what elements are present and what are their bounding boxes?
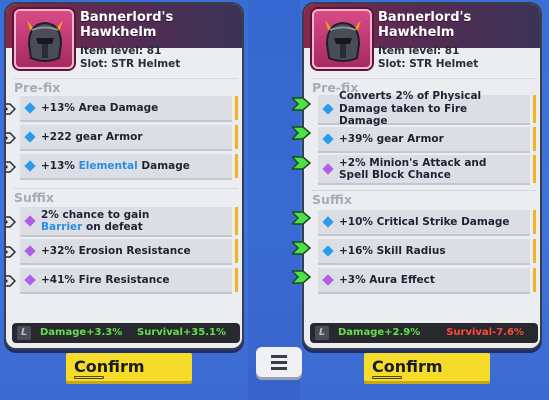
affix-bar bbox=[235, 268, 238, 292]
affix-bar bbox=[533, 268, 536, 292]
blue-diamond-icon bbox=[24, 131, 36, 143]
white-arrow-icon bbox=[6, 161, 16, 173]
affix-bar bbox=[533, 239, 536, 263]
green-arrow-icon bbox=[292, 126, 312, 140]
stat-summary-bar: L Damage+3.3% Survival+35.1% bbox=[12, 323, 240, 343]
prefix-row[interactable]: +222 gear Armor bbox=[20, 125, 238, 151]
helmet-icon bbox=[325, 20, 361, 62]
blue-diamond-icon bbox=[322, 245, 334, 257]
affix-bar bbox=[235, 125, 238, 149]
right-item-card: Bannerlord's Hawkhelm Item level: 81 Slo… bbox=[302, 2, 542, 350]
affix-bar bbox=[235, 239, 238, 263]
blue-diamond-icon bbox=[24, 102, 36, 114]
damage-change: Damage+2.9% bbox=[338, 327, 421, 338]
confirm-left-button[interactable]: Confirm bbox=[66, 353, 192, 381]
prefix-row[interactable]: +39% gear Armor bbox=[318, 127, 536, 153]
item-title: Bannerlord's Hawkhelm bbox=[80, 10, 174, 40]
suffix-row[interactable]: +10% Critical Strike Damage bbox=[318, 210, 536, 236]
prefix-row[interactable]: +13% Area Damage bbox=[20, 96, 238, 122]
prefix-row[interactable]: Converts 2% of Physical Damage taken to … bbox=[318, 90, 536, 127]
green-arrow-icon bbox=[292, 241, 312, 255]
affix-bar bbox=[533, 127, 536, 151]
blue-diamond-icon bbox=[322, 216, 334, 228]
legendary-mark: L bbox=[315, 326, 329, 340]
barrier-keyword: Barrier bbox=[41, 221, 83, 233]
legendary-mark: L bbox=[17, 326, 31, 340]
white-arrow-icon bbox=[6, 246, 16, 258]
suffix-row[interactable]: +3% Aura Effect bbox=[318, 268, 536, 294]
purple-diamond-icon bbox=[322, 274, 334, 286]
suffix-row[interactable]: 2% chance to gain Barrier on defeat bbox=[20, 207, 238, 237]
suffix-row[interactable]: +32% Erosion Resistance bbox=[20, 239, 238, 265]
blue-diamond-icon bbox=[322, 103, 334, 115]
survival-change: Survival+35.1% bbox=[137, 327, 226, 338]
item-icon-frame bbox=[14, 9, 74, 69]
stat-summary-bar: L Damage+2.9% Survival-7.6% bbox=[310, 323, 538, 343]
item-title: Bannerlord's Hawkhelm bbox=[378, 10, 472, 40]
white-arrow-icon bbox=[6, 275, 16, 287]
survival-change: Survival-7.6% bbox=[446, 327, 524, 338]
purple-diamond-icon bbox=[24, 274, 36, 286]
purple-diamond-icon bbox=[24, 245, 36, 257]
damage-change: Damage+3.3% bbox=[40, 327, 123, 338]
elemental-keyword: Elemental bbox=[78, 159, 138, 172]
purple-diamond-icon bbox=[24, 215, 36, 227]
white-arrow-icon bbox=[6, 132, 16, 144]
item-icon-frame bbox=[312, 9, 372, 69]
suffix-row[interactable]: +16% Skill Radius bbox=[318, 239, 536, 265]
menu-button[interactable] bbox=[256, 347, 302, 377]
affix-bar bbox=[235, 154, 238, 178]
affix-bar bbox=[235, 207, 238, 235]
hamburger-menu-icon bbox=[271, 355, 287, 358]
green-arrow-icon bbox=[292, 97, 312, 111]
affix-bar bbox=[235, 96, 238, 120]
affix-bar bbox=[533, 95, 536, 123]
button-hint-bar bbox=[74, 376, 104, 379]
left-item-card: Bannerlord's Hawkhelm Item level: 81 Slo… bbox=[4, 2, 244, 350]
green-arrow-icon bbox=[292, 156, 312, 170]
item-level: Item level: 81 bbox=[80, 45, 162, 57]
suffix-row[interactable]: +41% Fire Resistance bbox=[20, 268, 238, 294]
prefix-row[interactable]: +2% Minion's Attack and Spell Block Chan… bbox=[318, 155, 536, 185]
purple-diamond-icon bbox=[322, 163, 334, 175]
helmet-icon bbox=[27, 20, 63, 62]
green-arrow-icon bbox=[292, 270, 312, 284]
blue-diamond-icon bbox=[24, 160, 36, 172]
white-arrow-icon bbox=[6, 216, 16, 228]
prefix-row[interactable]: +13% Elemental Damage bbox=[20, 154, 238, 180]
affix-bar bbox=[533, 210, 536, 234]
background-panel bbox=[248, 0, 300, 400]
blue-diamond-icon bbox=[322, 133, 334, 145]
suffix-heading: Suffix bbox=[312, 190, 536, 207]
affix-bar bbox=[533, 155, 536, 183]
item-slot: Slot: STR Helmet bbox=[80, 58, 181, 70]
white-arrow-icon bbox=[6, 103, 16, 115]
item-slot: Slot: STR Helmet bbox=[378, 58, 479, 70]
green-arrow-icon bbox=[292, 211, 312, 225]
confirm-right-button[interactable]: Confirm bbox=[364, 353, 490, 381]
suffix-heading: Suffix bbox=[14, 188, 238, 205]
button-hint-bar bbox=[372, 376, 402, 379]
prefix-heading: Pre-fix bbox=[14, 78, 238, 95]
item-level: Item level: 81 bbox=[378, 45, 460, 57]
